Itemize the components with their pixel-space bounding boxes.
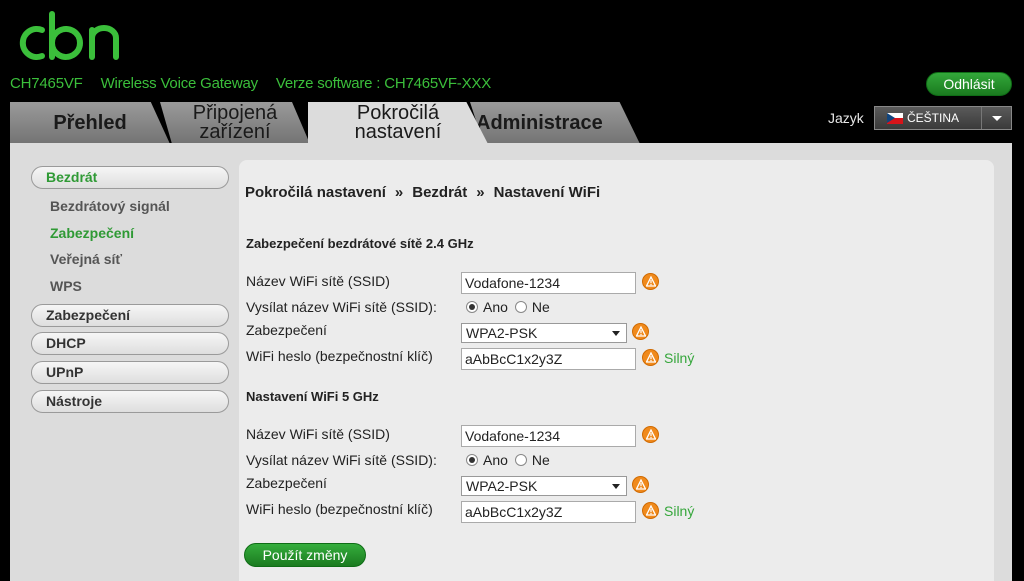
apply-changes-button[interactable]: Použít změny (244, 543, 366, 567)
tab-administration-label: Administrace (476, 111, 603, 134)
broadcast-no-label-24: Ne (531, 299, 550, 315)
ssid-label-5: Název WiFi sítě (SSID) (246, 426, 390, 442)
broadcast-no-label-5: Ne (531, 452, 550, 468)
security-select-5[interactable]: WPA2-PSK (461, 476, 627, 496)
sidebar-subitem-wireless-signal[interactable]: Bezdrátový signál (50, 198, 170, 214)
warning-icon[interactable] (642, 273, 659, 290)
chevron-down-icon[interactable] (981, 107, 1011, 129)
ssid-label-24: Název WiFi sítě (SSID) (246, 273, 390, 289)
warning-icon[interactable] (632, 476, 649, 493)
chevron-down-icon (612, 484, 620, 489)
warning-icon[interactable] (642, 426, 659, 443)
password-label-24: WiFi heslo (bezpečnostní klíč) (246, 348, 433, 364)
security-label-5: Zabezpečení (246, 475, 327, 491)
password-label-5: WiFi heslo (bezpečnostní klíč) (246, 501, 433, 517)
sidebar-item-dhcp[interactable]: DHCP (31, 332, 229, 355)
broadcast-radio-group-24: Ano Ne (466, 299, 557, 315)
breadcrumb-separator: » (476, 184, 485, 201)
broadcast-radio-group-5: Ano Ne (466, 452, 557, 468)
password-input-5[interactable]: aAbBcC1x2y3Z (461, 501, 636, 523)
tab-connected-devices[interactable]: Připojená zařízení (160, 102, 310, 144)
breadcrumb-item-wireless[interactable]: Bezdrát (412, 184, 467, 201)
logout-button[interactable]: Odhlásit (926, 72, 1012, 96)
tab-administration[interactable]: Administrace (470, 102, 640, 144)
tab-overview[interactable]: Přehled (10, 102, 170, 144)
warning-icon[interactable] (632, 323, 649, 340)
language-selected: ČEŠTINA (907, 111, 960, 125)
language-select[interactable]: ČEŠTINA (874, 106, 1012, 130)
security-label-24: Zabezpečení (246, 322, 327, 338)
software-version: Verze software : CH7465VF-XXX (275, 75, 492, 92)
ssid-input-24[interactable]: Vodafone-1234 (461, 272, 636, 294)
chevron-down-icon (612, 331, 620, 336)
breadcrumb: Pokročilá nastavení » Bezdrát » Nastavení Wi… (245, 184, 600, 201)
section-title-5ghz: Nastavení WiFi 5 GHz (246, 389, 379, 404)
device-product: Wireless Voice Gateway (100, 75, 259, 92)
sidebar-item-upnp[interactable]: UPnP (31, 361, 229, 384)
sidebar-subitem-security[interactable]: Zabezpečení (50, 225, 134, 241)
broadcast-label-24: Vysílat název WiFi sítě (SSID): (246, 299, 437, 315)
sidebar-item-security[interactable]: Zabezpečení (31, 304, 229, 327)
broadcast-no-radio-5[interactable] (514, 454, 527, 466)
tab-advanced-settings-label-2: nastavení (354, 121, 442, 143)
tab-advanced-settings[interactable]: Pokročilá nastavení (308, 102, 488, 144)
broadcast-label-5: Vysílat název WiFi sítě (SSID): (246, 452, 437, 468)
security-select-24[interactable]: WPA2-PSK (461, 323, 627, 343)
device-model: CH7465VF (10, 75, 83, 92)
sidebar-item-tools[interactable]: Nástroje (31, 390, 229, 413)
broadcast-yes-radio-24[interactable] (466, 301, 478, 313)
czech-flag-icon (887, 112, 903, 124)
sidebar-item-wireless[interactable]: Bezdrát (31, 166, 229, 189)
password-strength-24: Silný (664, 350, 695, 366)
password-strength-5: Silný (664, 503, 695, 519)
breadcrumb-item-advanced[interactable]: Pokročilá nastavení (245, 184, 386, 201)
broadcast-yes-radio-5[interactable] (466, 454, 478, 466)
broadcast-yes-label-24: Ano (483, 299, 508, 315)
ssid-input-5[interactable]: Vodafone-1234 (461, 425, 636, 447)
breadcrumb-separator: » (394, 184, 404, 201)
tab-overview-label: Přehled (53, 111, 127, 134)
warning-icon[interactable] (642, 502, 659, 519)
password-input-24[interactable]: aAbBcC1x2y3Z (461, 348, 636, 370)
language-label: Jazyk (828, 110, 864, 126)
broadcast-no-radio-24[interactable] (514, 301, 527, 313)
sidebar-subitem-public-network[interactable]: Veřejná síť (50, 251, 122, 267)
security-select-value-24: WPA2-PSK (466, 325, 538, 341)
section-title-24ghz: Zabezpečení bezdrátové sítě 2.4 GHz (246, 236, 474, 251)
sidebar-subitem-wps[interactable]: WPS (50, 278, 82, 294)
security-select-value-5: WPA2-PSK (466, 478, 538, 494)
tab-connected-devices-label-2: zařízení (199, 121, 271, 143)
warning-icon[interactable] (642, 349, 659, 366)
breadcrumb-item-wifi-settings: Nastavení WiFi (493, 184, 601, 201)
device-info: CH7465VF Wireless Voice Gateway Verze so… (10, 75, 505, 92)
broadcast-yes-label-5: Ano (483, 452, 508, 468)
cbn-logo-icon (19, 11, 119, 60)
